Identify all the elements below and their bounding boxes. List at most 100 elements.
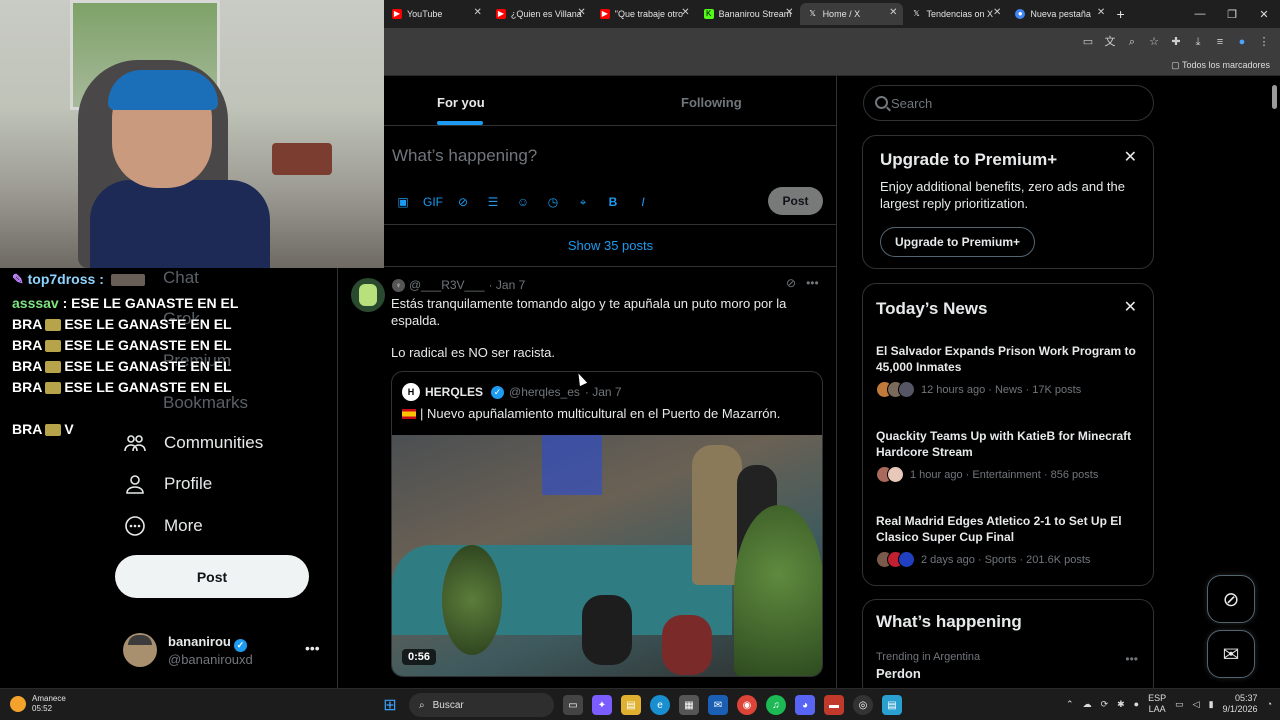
nav-profile[interactable]: Profile — [123, 469, 212, 499]
bluetooth-icon[interactable]: ✱ — [1117, 699, 1125, 710]
close-window-icon[interactable]: ✕ — [1248, 0, 1280, 28]
messages-fab-button[interactable]: ✉ — [1207, 630, 1255, 678]
translate-icon[interactable]: 文 — [1102, 34, 1118, 50]
close-tab-icon[interactable]: ✕ — [577, 7, 585, 18]
close-tab-icon[interactable]: ✕ — [889, 7, 897, 18]
grok-fab-button[interactable]: ⊘ — [1207, 575, 1255, 623]
grok-icon[interactable]: ⊘ — [786, 276, 796, 290]
spotify-icon[interactable]: ♫ — [766, 695, 786, 715]
tab-for-you[interactable]: For you — [437, 95, 485, 110]
volume-icon[interactable]: ◁ — [1193, 699, 1200, 710]
browser-tab-kick[interactable]: K Bananirou Stream ✕ — [696, 3, 800, 25]
account-switcher[interactable]: bananirou ✓ @bananirouxd ••• — [123, 633, 323, 673]
browser-tab-tendencias[interactable]: 𝕏 Tendencias on X ✕ — [903, 3, 1007, 25]
battery-icon[interactable]: ▮ — [1209, 699, 1214, 710]
chat-emote-icon — [45, 319, 62, 332]
menu-kebab-icon[interactable]: ⋮ — [1256, 34, 1272, 50]
task-view-icon[interactable]: ▭ — [563, 695, 583, 715]
quote-video[interactable]: 0:56 — [392, 435, 822, 676]
schedule-icon[interactable]: ◷ — [544, 193, 562, 211]
extensions-icon[interactable]: ✚ — [1168, 34, 1184, 50]
restore-icon[interactable]: ❐ — [1216, 0, 1248, 28]
tweet-date[interactable]: · Jan 7 — [489, 278, 526, 292]
news-item[interactable]: Quackity Teams Up with KatieB for Minecr… — [876, 428, 1146, 483]
notepad-icon[interactable]: ▤ — [882, 695, 902, 715]
emoji-icon[interactable]: ☺ — [514, 193, 532, 211]
browser-tab-villana[interactable]: ▶ ¿Quien es Villana ✕ — [488, 3, 592, 25]
display-icon[interactable]: ▭ — [1175, 699, 1184, 710]
cloud-icon[interactable]: ☁ — [1083, 699, 1092, 710]
location-icon[interactable]: ⌖ — [574, 193, 592, 211]
close-tab-icon[interactable]: ✕ — [785, 7, 793, 18]
media-icon[interactable]: ▣ — [394, 193, 412, 211]
browser-tab-youtube[interactable]: ▶ YouTube ✕ — [384, 3, 488, 25]
tweet-author-avatar[interactable] — [351, 278, 385, 312]
mic-icon[interactable]: ● — [1134, 699, 1139, 709]
close-icon[interactable]: ✕ — [1124, 297, 1137, 317]
address-bar-actions: ▭ 文 ⌕ ☆ ✚ ⤓ ≡ ● ⋮ — [1080, 34, 1272, 50]
tweet[interactable]: ♆ @___R3V___ · Jan 7 ⊘ ••• Estás tranqui… — [351, 268, 837, 688]
clock[interactable]: 05:37 9/1/2026 — [1223, 693, 1258, 715]
gif-icon[interactable]: GIF — [423, 193, 443, 211]
window-controls: — ❐ ✕ — [1184, 0, 1280, 28]
search-input[interactable]: Search — [863, 85, 1154, 121]
weather-widget[interactable]: Amanece 05:52 — [10, 694, 66, 714]
composer-input[interactable]: What’s happening? — [392, 146, 537, 166]
download-icon[interactable]: ⤓ — [1190, 34, 1206, 50]
browser-tab-new[interactable]: ● Nueva pestaña ✕ — [1007, 3, 1111, 25]
obs-icon[interactable]: ◎ — [853, 695, 873, 715]
discord-icon[interactable]: ◕ — [795, 695, 815, 715]
tab-following[interactable]: Following — [681, 95, 742, 110]
cast-icon[interactable]: ▭ — [1080, 34, 1096, 50]
nav-post-button[interactable]: Post — [115, 555, 309, 598]
news-item[interactable]: El Salvador Expands Prison Work Program … — [876, 343, 1146, 398]
store-icon[interactable]: ▦ — [679, 695, 699, 715]
tweet-handle[interactable]: @___R3V___ — [409, 278, 485, 292]
scrollbar-thumb[interactable] — [1272, 85, 1277, 109]
tweet-more-icon[interactable]: ••• — [806, 276, 819, 290]
app-icon-red[interactable]: ▬ — [824, 695, 844, 715]
chrome-icon[interactable]: ◉ — [737, 695, 757, 715]
browser-tab-home-x[interactable]: 𝕏 Home / X ✕ — [799, 3, 904, 25]
bookmark-star-icon[interactable]: ☆ — [1146, 34, 1162, 50]
poll-icon[interactable]: ☰ — [484, 193, 502, 211]
edge-icon[interactable]: e — [650, 695, 670, 715]
close-tab-icon[interactable]: ✕ — [474, 7, 482, 18]
close-icon[interactable]: ✕ — [1124, 147, 1137, 167]
grok-icon[interactable]: ⊘ — [454, 193, 472, 211]
sync-icon[interactable]: ⟳ — [1101, 699, 1109, 710]
file-explorer-icon[interactable]: ▤ — [621, 695, 641, 715]
nav-more[interactable]: More — [123, 511, 203, 541]
upgrade-premium-button[interactable]: Upgrade to Premium+ — [880, 227, 1036, 257]
close-tab-icon[interactable]: ✕ — [1097, 7, 1105, 18]
trend-name[interactable]: Perdon — [876, 666, 921, 681]
tray-overflow-icon[interactable]: ⌃ — [1066, 699, 1074, 710]
windows-start-icon[interactable]: ⊞ — [380, 695, 400, 715]
page-scrollbar[interactable] — [1270, 76, 1280, 688]
all-bookmarks-folder[interactable]: ▢ Todos los marcadores — [1171, 60, 1270, 71]
bold-icon[interactable]: B — [604, 193, 622, 211]
notifications-icon[interactable]: ◔ — [1267, 699, 1272, 709]
show-new-posts-button[interactable]: Show 35 posts — [384, 225, 837, 267]
address-bar[interactable]: ▭ 文 ⌕ ☆ ✚ ⤓ ≡ ● ⋮ — [384, 28, 1280, 56]
copilot-icon[interactable]: ✦ — [592, 695, 612, 715]
profile-avatar-icon[interactable]: ● — [1234, 34, 1250, 50]
composer-post-button[interactable]: Post — [768, 187, 823, 215]
browser-tab-trabaje[interactable]: ▶ "Que trabaje otro ✕ — [592, 3, 696, 25]
italic-icon[interactable]: I — [634, 193, 652, 211]
taskbar-search[interactable]: ⌕ Buscar — [409, 693, 554, 717]
close-tab-icon[interactable]: ✕ — [681, 7, 689, 18]
chat-message-text: ESE LE GANASTE EN EL — [71, 295, 239, 311]
media-icon[interactable]: ≡ — [1212, 34, 1228, 50]
quoted-tweet[interactable]: H HERQLES ✓ @herqles_es · Jan 7 | Nuevo … — [391, 371, 823, 677]
language-indicator[interactable]: ESP LAA — [1148, 693, 1166, 715]
trend-more-icon[interactable]: ••• — [1125, 652, 1138, 666]
news-item[interactable]: Real Madrid Edges Atletico 2-1 to Set Up… — [876, 513, 1146, 568]
chat-message-text: BRA — [12, 421, 43, 437]
close-tab-icon[interactable]: ✕ — [993, 7, 1001, 18]
new-tab-button[interactable]: + — [1111, 3, 1130, 25]
minimize-icon[interactable]: — — [1184, 0, 1216, 28]
mail-app-icon[interactable]: ✉ — [708, 695, 728, 715]
zoom-icon[interactable]: ⌕ — [1124, 34, 1140, 50]
account-more-icon[interactable]: ••• — [305, 640, 320, 656]
